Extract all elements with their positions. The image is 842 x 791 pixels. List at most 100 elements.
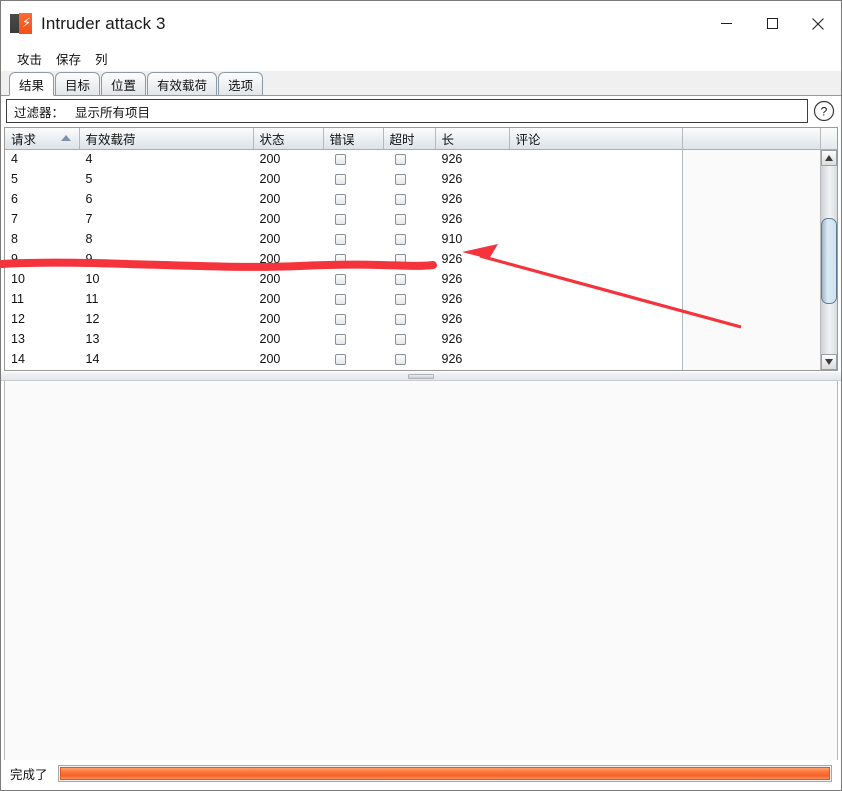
cell-error: [323, 229, 384, 249]
table-row[interactable]: 13 13 200 926: [5, 329, 683, 349]
tab-strip: 结果 目标 位置 有效载荷 选项: [1, 71, 841, 96]
column-header-5[interactable]: 长: [435, 128, 510, 150]
tab-label: 位置: [111, 78, 137, 93]
error-checkbox[interactable]: [334, 334, 346, 346]
error-checkbox[interactable]: [334, 254, 346, 266]
title-bar: ⚡ Intruder attack 3: [1, 1, 841, 46]
cell-length: 926: [435, 169, 510, 189]
cell-length: 926: [435, 329, 510, 349]
cell-request: 4: [5, 149, 80, 169]
cell-comment: [509, 189, 683, 209]
table-row[interactable]: 9 9 200 926: [5, 249, 683, 269]
cell-status: 200: [253, 289, 324, 309]
table-row[interactable]: 4 4 200 926: [5, 149, 683, 169]
column-header-label: 请求: [11, 132, 37, 147]
timeout-checkbox[interactable]: [394, 214, 406, 226]
tab-2[interactable]: 位置: [101, 72, 147, 95]
timeout-checkbox[interactable]: [394, 354, 406, 366]
menu-attack[interactable]: 攻击: [11, 47, 48, 70]
cell-error: [323, 309, 384, 329]
tab-label: 有效载荷: [157, 78, 208, 93]
cell-error: [323, 269, 384, 289]
error-checkbox[interactable]: [334, 314, 346, 326]
table-row[interactable]: 8 8 200 910: [5, 229, 683, 249]
tab-0[interactable]: 结果: [9, 72, 55, 96]
tab-label: 结果: [19, 78, 45, 93]
column-header-label: 错误: [329, 132, 355, 147]
tab-4[interactable]: 选项: [218, 72, 264, 95]
column-header-6[interactable]: 评论: [509, 128, 683, 150]
table-row[interactable]: 11 11 200 926: [5, 289, 683, 309]
scroll-up-button[interactable]: [821, 150, 837, 166]
menu-columns[interactable]: 列: [89, 47, 114, 70]
timeout-checkbox[interactable]: [394, 274, 406, 286]
table-row[interactable]: 5 5 200 926: [5, 169, 683, 189]
attack-progress-bar: [57, 764, 832, 782]
scrollbar-track[interactable]: [821, 166, 837, 354]
burp-intruder-icon: ⚡: [10, 12, 32, 35]
column-header-4[interactable]: 超时: [383, 128, 436, 150]
column-header-3[interactable]: 错误: [323, 128, 384, 150]
filter-bar[interactable]: 过滤器： 显示所有项目: [6, 99, 808, 123]
icon-left-face: [10, 13, 19, 33]
column-header-0[interactable]: 请求: [5, 128, 80, 150]
svg-text:?: ?: [821, 105, 828, 119]
timeout-checkbox[interactable]: [394, 234, 406, 246]
timeout-checkbox[interactable]: [394, 334, 406, 346]
cell-length: 926: [435, 269, 510, 289]
scroll-down-button[interactable]: [821, 354, 837, 370]
cell-request: 5: [5, 169, 80, 189]
table-row[interactable]: 7 7 200 926: [5, 209, 683, 229]
splitter-grip[interactable]: [408, 373, 434, 379]
tab-label: 选项: [228, 78, 254, 93]
request-response-pane[interactable]: [4, 381, 838, 760]
timeout-checkbox[interactable]: [394, 194, 406, 206]
table-filler-header: [683, 128, 820, 150]
column-header-2[interactable]: 状态: [253, 128, 324, 150]
help-button[interactable]: ?: [812, 99, 836, 123]
tab-1[interactable]: 目标: [55, 72, 101, 95]
cell-comment: [509, 169, 683, 189]
cell-error: [323, 249, 384, 269]
error-checkbox[interactable]: [334, 194, 346, 206]
cell-status: 200: [253, 189, 324, 209]
timeout-checkbox[interactable]: [394, 294, 406, 306]
close-button[interactable]: [795, 1, 841, 46]
timeout-checkbox[interactable]: [394, 174, 406, 186]
error-checkbox[interactable]: [334, 234, 346, 246]
table-row[interactable]: 6 6 200 926: [5, 189, 683, 209]
cell-timeout: [383, 189, 436, 209]
timeout-checkbox[interactable]: [394, 314, 406, 326]
error-checkbox[interactable]: [334, 294, 346, 306]
menu-save[interactable]: 保存: [50, 47, 87, 70]
column-header-label: 超时: [389, 132, 415, 147]
table-row[interactable]: 14 14 200 926: [5, 349, 683, 369]
vertical-scrollbar[interactable]: [820, 128, 837, 370]
cell-comment: [509, 209, 683, 229]
error-checkbox[interactable]: [334, 154, 346, 166]
cell-request: 9: [5, 249, 80, 269]
horizontal-splitter[interactable]: [1, 371, 841, 381]
error-checkbox[interactable]: [334, 174, 346, 186]
timeout-checkbox[interactable]: [394, 254, 406, 266]
error-checkbox[interactable]: [334, 274, 346, 286]
cell-timeout: [383, 349, 436, 369]
cell-payload: 5: [79, 169, 254, 189]
question-mark-icon: ?: [813, 100, 835, 122]
error-checkbox[interactable]: [334, 354, 346, 366]
filter-row: 过滤器： 显示所有项目 ?: [1, 96, 841, 125]
cell-timeout: [383, 329, 436, 349]
minimize-button[interactable]: [703, 1, 749, 46]
table-row[interactable]: 12 12 200 926: [5, 309, 683, 329]
tab-3[interactable]: 有效载荷: [147, 72, 218, 95]
maximize-button[interactable]: [749, 1, 795, 46]
column-header-1[interactable]: 有效载荷: [79, 128, 254, 150]
table-row[interactable]: 10 10 200 926: [5, 269, 683, 289]
vertical-scroll-thumb[interactable]: [821, 218, 837, 304]
results-table-area[interactable]: 请求 有效载荷 状态 错误 超时长评论 4 4 200 926 5 5 200 926 6 6 200 926…: [5, 128, 820, 370]
error-checkbox[interactable]: [334, 214, 346, 226]
cell-timeout: [383, 289, 436, 309]
timeout-checkbox[interactable]: [394, 154, 406, 166]
attack-progress-fill: [59, 766, 830, 780]
cell-comment: [509, 309, 683, 329]
